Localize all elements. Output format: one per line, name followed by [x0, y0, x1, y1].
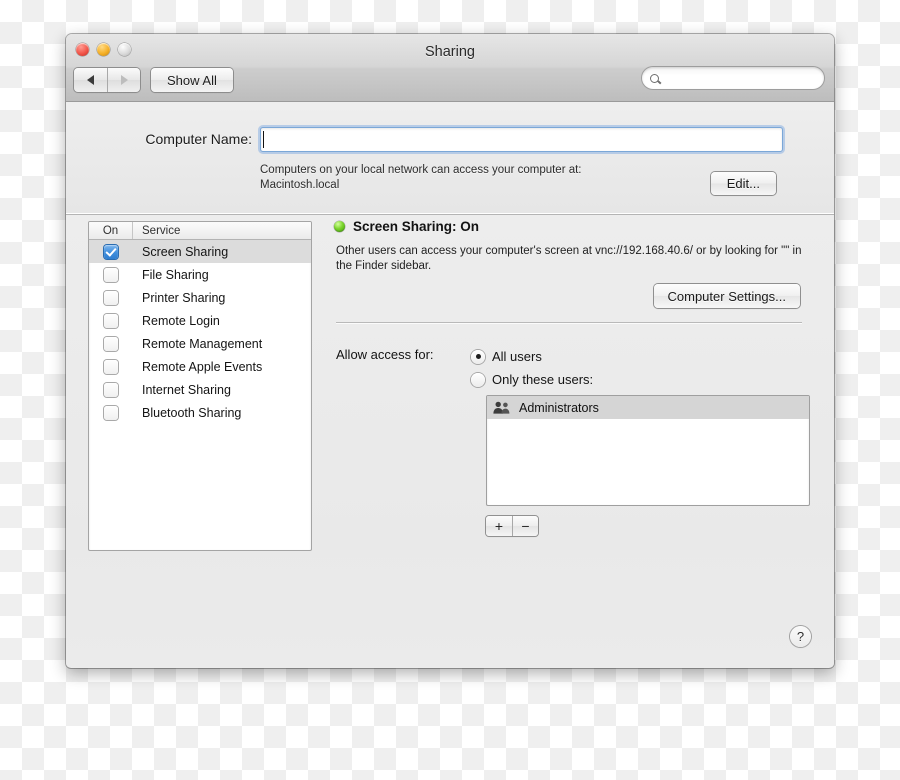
help-button-label: ? — [796, 629, 805, 644]
service-checkbox-cell — [89, 267, 133, 282]
service-checkbox-cell — [89, 405, 133, 420]
service-list-header: On Service — [89, 222, 311, 240]
radio-option-only-these-users[interactable]: Only these users: — [471, 368, 593, 391]
radio-only-these-users-indicator — [471, 372, 485, 387]
computer-settings-label: Computer Settings... — [667, 288, 787, 304]
service-name-label: Remote Apple Events — [142, 359, 263, 374]
search-field[interactable] — [642, 67, 824, 89]
table-row[interactable]: Printer Sharing — [89, 286, 311, 309]
column-header-service: Service — [142, 225, 181, 237]
edit-button[interactable]: Edit... — [710, 172, 776, 195]
user-add-remove-control: + − — [486, 516, 538, 536]
service-name-label: Remote Management — [142, 336, 263, 351]
service-checkbox[interactable] — [104, 359, 118, 374]
service-name-label: Screen Sharing — [142, 244, 229, 259]
text-cursor — [263, 131, 264, 148]
computer-name-help-line1: Computers on your local network can acce… — [260, 164, 582, 176]
service-checkbox[interactable] — [104, 336, 118, 351]
computer-name-input[interactable] — [260, 127, 783, 152]
radio-all-users-label: All users — [492, 349, 542, 364]
service-name-label: Remote Login — [142, 313, 220, 328]
sharing-preferences-window: Sharing Show All Computer Name: Computer… — [66, 34, 834, 668]
add-user-button[interactable]: + — [486, 516, 512, 536]
computer-name-help-line2: Macintosh.local — [260, 179, 340, 191]
table-row[interactable]: Remote Management — [89, 332, 311, 355]
service-name-label: File Sharing — [142, 267, 209, 282]
service-status-text: Screen Sharing: On — [353, 219, 480, 234]
forward-button[interactable] — [107, 68, 140, 92]
service-checkbox-cell — [89, 336, 133, 351]
list-item[interactable]: Administrators — [487, 396, 809, 419]
computer-name-panel: Computer Name: Computers on your local n… — [66, 102, 834, 215]
triangle-right-icon — [120, 75, 128, 85]
table-row[interactable]: File Sharing — [89, 263, 311, 286]
computer-name-label: Computer Name: — [145, 131, 252, 147]
help-button[interactable]: ? — [790, 626, 811, 647]
radio-only-these-users-label: Only these users: — [492, 372, 594, 387]
group-icon — [493, 401, 510, 414]
service-name-label: Printer Sharing — [142, 290, 226, 305]
navigation-button-group — [74, 68, 140, 92]
table-row[interactable]: Remote Apple Events — [89, 355, 311, 378]
edit-button-label: Edit... — [726, 176, 760, 191]
service-checkbox[interactable] — [104, 405, 118, 420]
service-checkbox-cell — [89, 313, 133, 328]
window-titlebar: Sharing Show All — [66, 34, 834, 102]
triangle-left-icon — [87, 75, 94, 85]
radio-all-users-indicator — [471, 349, 485, 364]
service-checkbox-cell — [89, 359, 133, 374]
show-all-button[interactable]: Show All — [151, 68, 233, 92]
back-button[interactable] — [74, 68, 107, 92]
service-checkbox[interactable] — [104, 267, 118, 282]
radio-option-all-users[interactable]: All users — [471, 345, 593, 368]
service-checkbox-cell — [89, 290, 133, 305]
service-checkbox[interactable] — [104, 313, 118, 328]
service-checkbox[interactable] — [104, 290, 118, 305]
service-status-line: Screen Sharing: On — [334, 219, 479, 234]
column-header-on: On — [89, 222, 133, 239]
service-detail-pane: Screen Sharing: On Other users can acces… — [334, 215, 812, 667]
service-checkbox[interactable] — [104, 382, 118, 397]
search-icon — [650, 73, 659, 83]
access-radio-group: All users Only these users: — [471, 345, 593, 391]
detail-divider — [336, 322, 802, 323]
table-row[interactable]: Remote Login — [89, 309, 311, 332]
service-name-label: Internet Sharing — [142, 382, 231, 397]
service-checkbox[interactable] — [104, 244, 118, 259]
service-checkbox-cell — [89, 382, 133, 397]
sharing-body: On Service Screen Sharing File Sharing Pri… — [66, 215, 834, 667]
window-title: Sharing — [425, 44, 475, 60]
remove-user-button[interactable]: − — [512, 516, 538, 536]
allow-access-label: Allow access for: — [336, 347, 434, 362]
green-status-led-icon — [334, 221, 345, 232]
allowed-users-list[interactable]: Administrators — [486, 395, 810, 506]
service-rows-container: Screen Sharing File Sharing Printer Sharin… — [89, 240, 311, 424]
service-checkbox-cell — [89, 244, 133, 259]
service-name-label: Bluetooth Sharing — [142, 405, 242, 420]
computer-name-help-text: Computers on your local network can acce… — [260, 163, 582, 193]
computer-name-row: Computer Name: — [66, 127, 834, 152]
show-all-label: Show All — [167, 72, 217, 88]
table-row[interactable]: Bluetooth Sharing — [89, 401, 311, 424]
computer-name-input-wrap — [260, 127, 783, 152]
computer-settings-button[interactable]: Computer Settings... — [653, 284, 800, 308]
service-description: Other users can access your computer's s… — [336, 245, 802, 272]
user-name-label: Administrators — [519, 400, 599, 415]
table-row[interactable]: Screen Sharing — [89, 240, 311, 263]
service-list[interactable]: On Service Screen Sharing File Sharing Pri… — [88, 221, 312, 551]
search-input[interactable] — [665, 70, 816, 86]
table-row[interactable]: Internet Sharing — [89, 378, 311, 401]
